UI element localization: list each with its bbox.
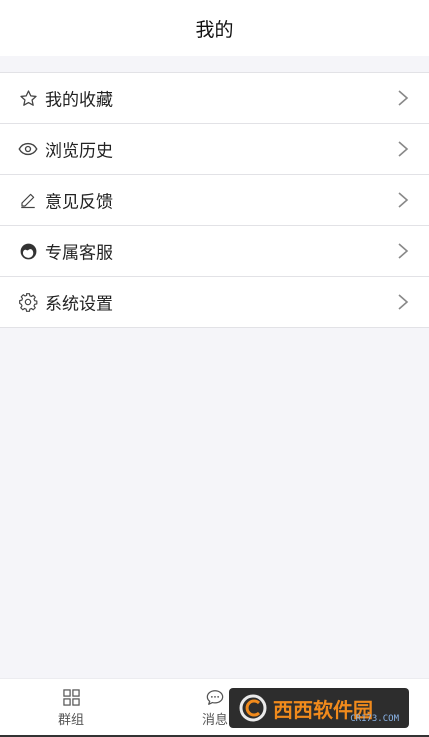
menu-item-label: 系统设置 xyxy=(45,294,113,315)
watermark-emblem-icon xyxy=(239,694,267,722)
tab-label: 消息 xyxy=(201,712,228,728)
menu-item-settings[interactable]: 系统设置 xyxy=(0,277,429,328)
menu-item-label: 专属客服 xyxy=(45,243,113,264)
menu-item-label: 意见反馈 xyxy=(45,192,113,213)
chevron-right-icon xyxy=(398,141,409,157)
tab-label: 群组 xyxy=(57,712,84,728)
grid-icon xyxy=(62,688,80,706)
header-bar: 我的 xyxy=(0,0,429,56)
customer-service-icon xyxy=(18,241,38,261)
tab-groups[interactable]: 群组 xyxy=(21,679,121,737)
menu-item-feedback[interactable]: 意见反馈 xyxy=(0,175,429,226)
chat-bubble-icon xyxy=(206,689,224,705)
menu-item-favorites[interactable]: 我的收藏 xyxy=(0,73,429,124)
menu-item-label: 浏览历史 xyxy=(45,141,113,162)
menu-list: 我的收藏 浏览历史 意见反馈 专属客服 系统设置 xyxy=(0,72,429,328)
chevron-right-icon xyxy=(398,192,409,208)
gear-icon xyxy=(18,292,38,312)
chevron-right-icon xyxy=(398,243,409,259)
chevron-right-icon xyxy=(398,90,409,106)
watermark-subtext: CR173.COM xyxy=(350,714,399,724)
chevron-right-icon xyxy=(398,294,409,310)
eye-icon xyxy=(18,139,38,159)
watermark-logo: 西西软件园 CR173.COM xyxy=(229,688,409,728)
app-root: 我的 我的收藏 浏览历史 意见反馈 专属客服 系统设置 群组 消息 西西软件园 … xyxy=(0,0,429,737)
page-title: 我的 xyxy=(195,18,234,41)
menu-item-history[interactable]: 浏览历史 xyxy=(0,124,429,175)
star-icon xyxy=(18,88,38,108)
pencil-icon xyxy=(18,190,38,210)
menu-item-customer-service[interactable]: 专属客服 xyxy=(0,226,429,277)
menu-item-label: 我的收藏 xyxy=(45,90,113,111)
